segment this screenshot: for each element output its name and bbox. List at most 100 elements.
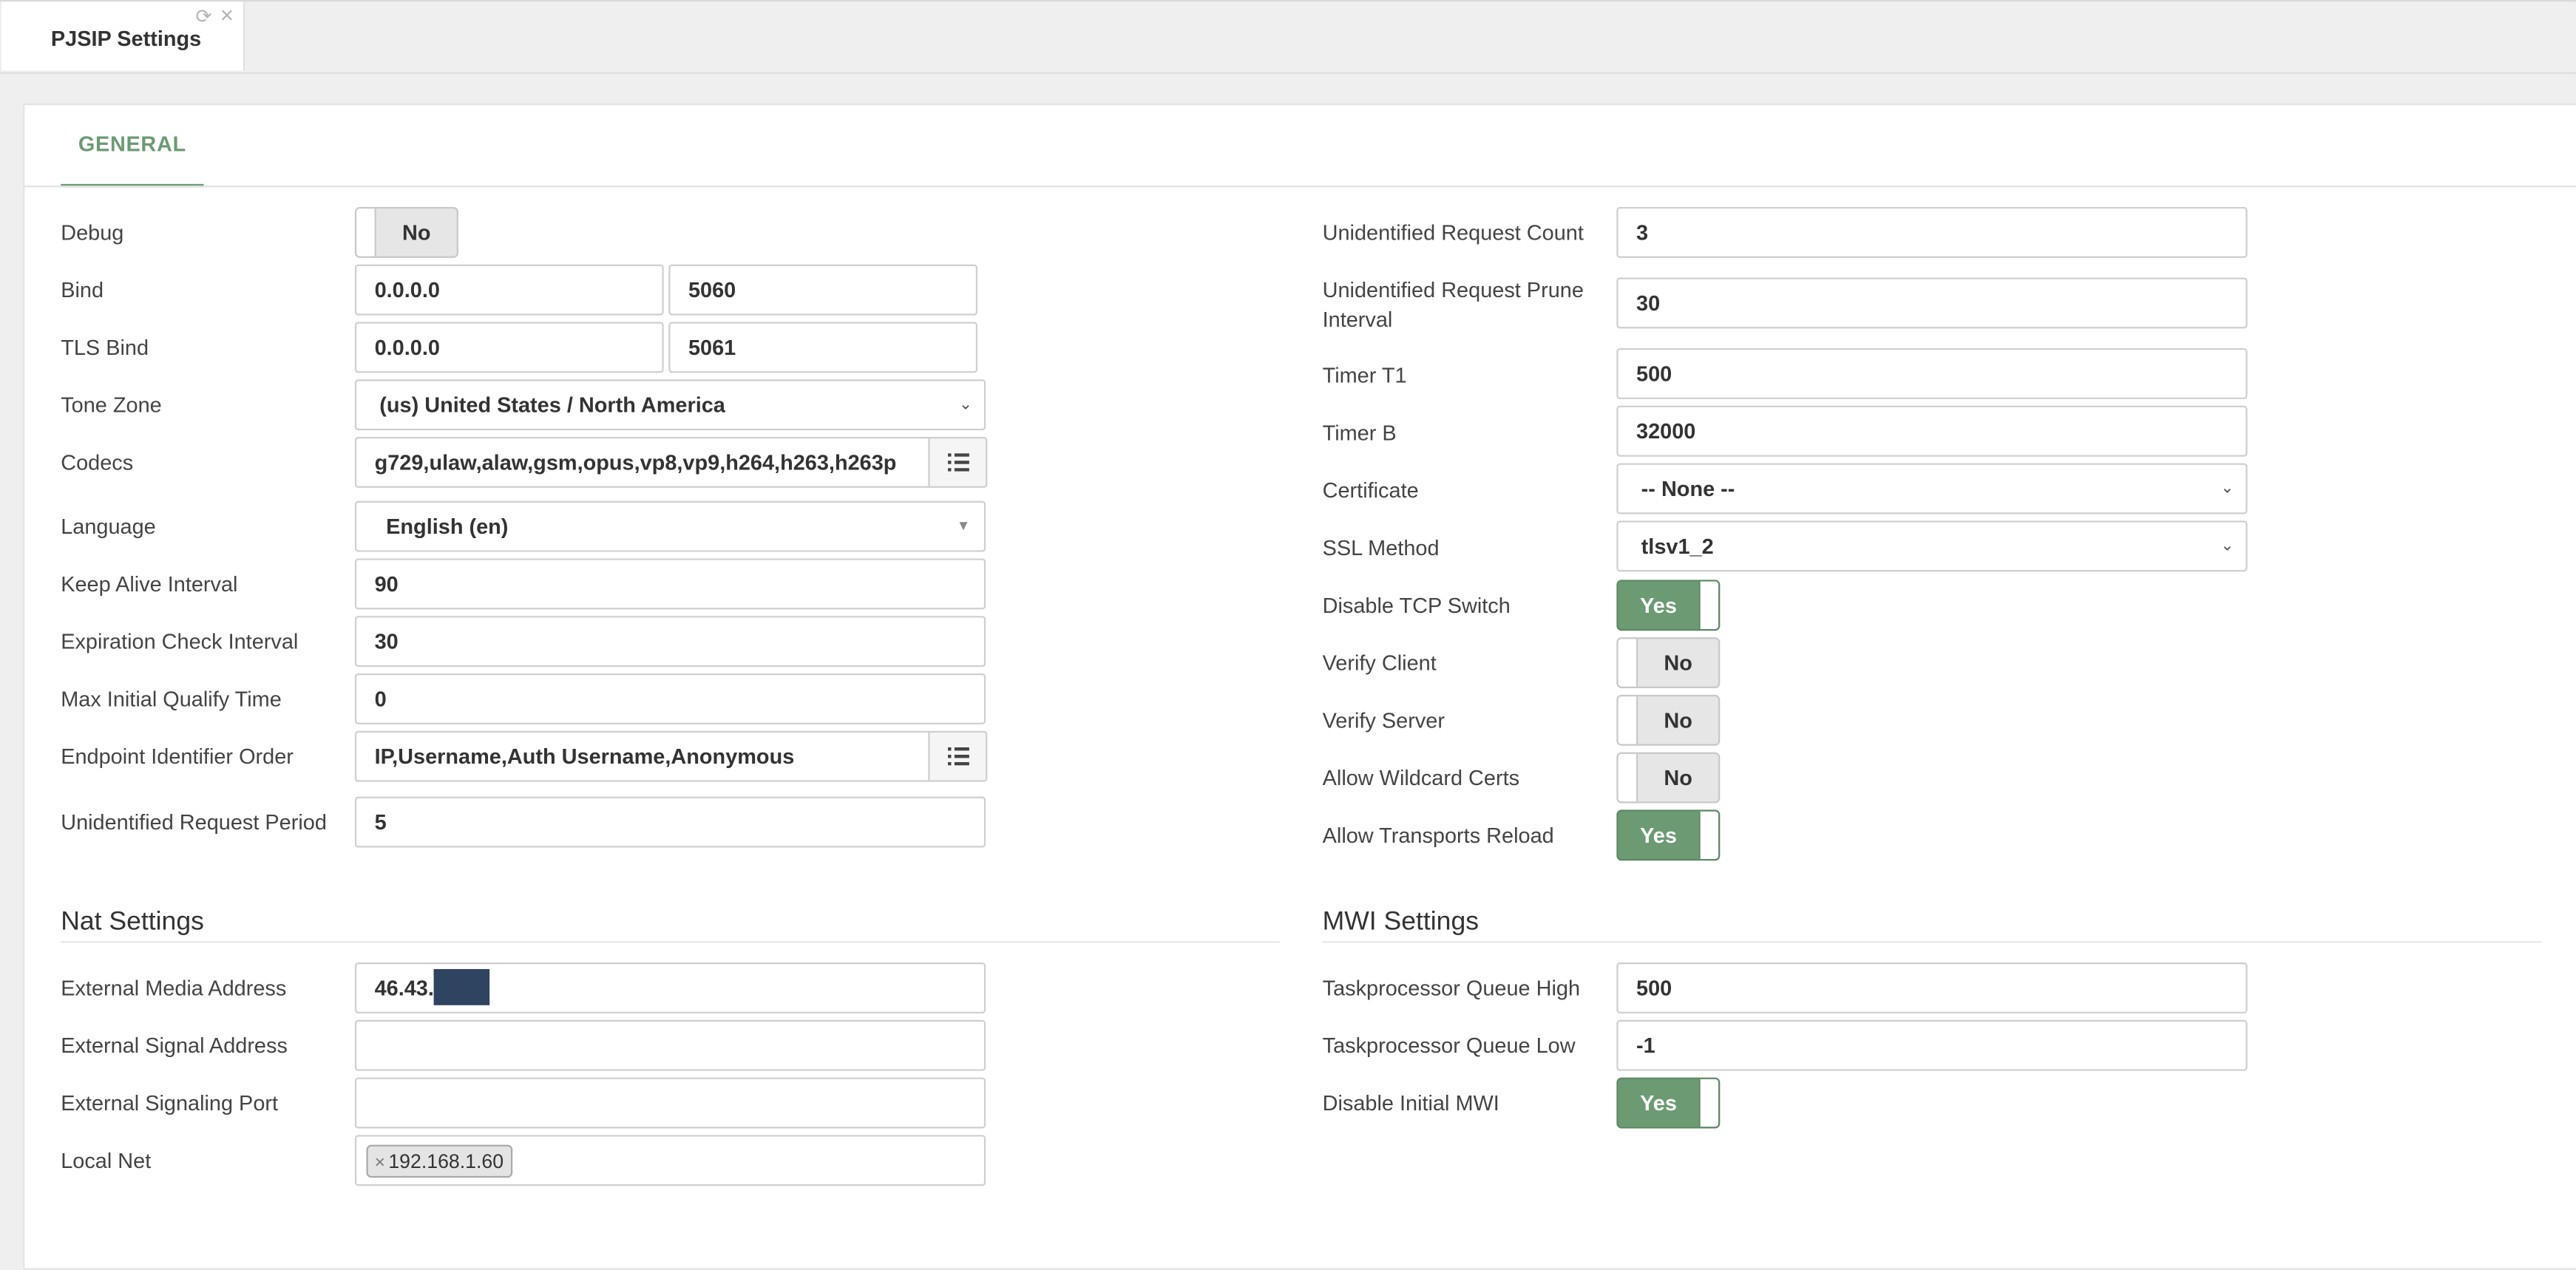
divider xyxy=(24,186,2576,188)
debug-label: Debug xyxy=(61,220,124,245)
tls-ip-input[interactable]: 0.0.0.0 xyxy=(354,322,664,373)
language-value: English (en) xyxy=(386,514,509,539)
toggle-knob xyxy=(1698,811,1719,860)
chevron-down-icon: ⌄ xyxy=(2220,479,2234,498)
toggle-value: Yes xyxy=(1640,1090,1677,1116)
timer-t1-label: Timer T1 xyxy=(1322,363,1407,388)
disable-tcp-toggle[interactable]: Yes xyxy=(1616,580,1721,631)
endpoint-order-label: Endpoint Identifier Order xyxy=(61,744,294,769)
toggle-knob xyxy=(1618,753,1638,802)
tls-bind-label: TLS Bind xyxy=(61,335,149,360)
queue-low-input[interactable]: -1 xyxy=(1616,1019,2248,1071)
tone-zone-value: (us) United States / North America xyxy=(379,393,725,418)
toggle-value: Yes xyxy=(1640,593,1677,618)
wildcard-toggle[interactable]: No xyxy=(1616,752,1721,804)
chip-label: 192.168.1.60 xyxy=(388,1150,504,1173)
divider xyxy=(61,941,1280,943)
disable-tcp-label: Disable TCP Switch xyxy=(1322,593,1511,618)
expiration-input[interactable]: 30 xyxy=(354,616,986,668)
bind-ip-input[interactable]: 0.0.0.0 xyxy=(354,264,664,316)
initial-mwi-toggle[interactable]: Yes xyxy=(1616,1077,1721,1129)
settings-panel: GENERAL Debug No Bind 0.0.0.0 5060 TLS B… xyxy=(23,103,2576,1270)
language-select[interactable]: English (en) ▾ xyxy=(354,500,986,552)
nat-settings-title: Nat Settings xyxy=(61,908,204,937)
divider xyxy=(1322,941,2542,943)
ssl-method-value: tlsv1_2 xyxy=(1641,534,1714,559)
transports-reload-label: Allow Transports Reload xyxy=(1322,823,1554,848)
toggle-value: No xyxy=(401,220,431,245)
ext-signal-input[interactable] xyxy=(354,1019,986,1071)
chevron-down-icon: ⌄ xyxy=(958,395,973,414)
list-icon xyxy=(946,747,969,766)
toggle-value: No xyxy=(1664,650,1692,676)
queue-low-label: Taskprocessor Queue Low xyxy=(1322,1033,1576,1058)
expiration-label: Expiration Check Interval xyxy=(61,628,299,654)
toggle-knob xyxy=(356,208,376,257)
ssl-method-select[interactable]: tlsv1_2 ⌄ xyxy=(1616,520,2248,572)
chevron-down-icon: ⌄ xyxy=(2220,537,2234,556)
refresh-icon[interactable]: ⟳ xyxy=(195,7,215,27)
document-tab[interactable]: PJSIP Settings ⟳ × xyxy=(1,1,245,71)
redacted-block xyxy=(433,969,490,1005)
codecs-label: Codecs xyxy=(61,449,134,475)
language-label: Language xyxy=(61,514,156,539)
queue-high-input[interactable]: 500 xyxy=(1616,962,2248,1013)
close-icon[interactable]: × xyxy=(220,3,240,26)
toggle-value: Yes xyxy=(1640,823,1677,848)
tone-zone-label: Tone Zone xyxy=(61,393,162,418)
verify-server-toggle[interactable]: No xyxy=(1616,694,1721,746)
toggle-value: No xyxy=(1664,707,1692,733)
ext-signal-label: External Signal Address xyxy=(61,1033,288,1058)
divider xyxy=(0,72,2576,74)
toggle-knob xyxy=(1618,696,1638,744)
wildcard-label: Allow Wildcard Certs xyxy=(1322,765,1520,790)
unid-prune-label: Unidentified Request Prune Interval xyxy=(1323,276,1584,335)
unid-count-label: Unidentified Request Count xyxy=(1322,220,1584,245)
max-qualify-input[interactable]: 0 xyxy=(354,673,986,724)
verify-client-label: Verify Client xyxy=(1322,650,1437,676)
list-icon xyxy=(946,453,969,472)
unid-period-input[interactable]: 5 xyxy=(354,796,986,848)
ext-signal-port-input[interactable] xyxy=(354,1077,986,1129)
document-tab-title: PJSIP Settings xyxy=(50,26,202,51)
endpoint-order-input[interactable]: IP,Username,Auth Username,Anonymous xyxy=(354,730,930,782)
verify-client-toggle[interactable]: No xyxy=(1616,637,1721,688)
ext-media-input[interactable]: 46.43. xyxy=(354,962,986,1013)
endpoint-order-list-button[interactable] xyxy=(928,730,988,782)
codecs-list-button[interactable] xyxy=(928,437,988,488)
unid-prune-label-line2: Interval xyxy=(1322,307,1393,332)
max-qualify-label: Max Initial Qualify Time xyxy=(61,686,282,712)
unid-count-input[interactable]: 3 xyxy=(1616,206,2248,258)
timer-b-input[interactable]: 32000 xyxy=(1616,405,2248,457)
local-net-input[interactable]: × 192.168.1.60 xyxy=(354,1135,986,1186)
tone-zone-select[interactable]: (us) United States / North America ⌄ xyxy=(354,379,986,431)
certificate-select[interactable]: -- None -- ⌄ xyxy=(1616,463,2248,515)
caret-down-icon: ▾ xyxy=(959,517,968,536)
toggle-value: No xyxy=(1664,765,1692,790)
toggle-knob xyxy=(1618,639,1638,687)
toggle-knob xyxy=(1698,581,1719,629)
bind-label: Bind xyxy=(61,277,104,302)
certificate-value: -- None -- xyxy=(1641,476,1735,501)
queue-high-label: Taskprocessor Queue High xyxy=(1322,975,1581,1001)
debug-toggle[interactable]: No xyxy=(354,206,458,258)
ext-media-label: External Media Address xyxy=(61,975,287,1001)
codecs-input[interactable]: g729,ulaw,alaw,gsm,opus,vp8,vp9,h264,h26… xyxy=(354,437,930,488)
remove-chip-icon[interactable]: × xyxy=(375,1153,385,1173)
tab-general[interactable]: GENERAL xyxy=(61,105,204,188)
tls-port-input[interactable]: 5061 xyxy=(668,322,978,373)
unid-prune-input[interactable]: 30 xyxy=(1616,277,2248,329)
unid-prune-label-line1: Unidentified Request Prune xyxy=(1322,277,1584,302)
mwi-settings-title: MWI Settings xyxy=(1322,908,1479,937)
transports-reload-toggle[interactable]: Yes xyxy=(1616,809,1721,861)
app-window: PJSIP Settings ⟳ × GENERAL Debug No Bind… xyxy=(0,0,2576,1270)
certificate-label: Certificate xyxy=(1322,478,1419,503)
timer-t1-input[interactable]: 500 xyxy=(1616,348,2248,399)
toggle-knob xyxy=(1698,1079,1719,1127)
keep-alive-input[interactable]: 90 xyxy=(354,558,986,610)
initial-mwi-label: Disable Initial MWI xyxy=(1322,1090,1499,1116)
timer-b-label: Timer B xyxy=(1322,420,1397,446)
ssl-method-label: SSL Method xyxy=(1322,535,1440,560)
local-net-label: Local Net xyxy=(61,1148,152,1173)
bind-port-input[interactable]: 5060 xyxy=(668,264,978,316)
